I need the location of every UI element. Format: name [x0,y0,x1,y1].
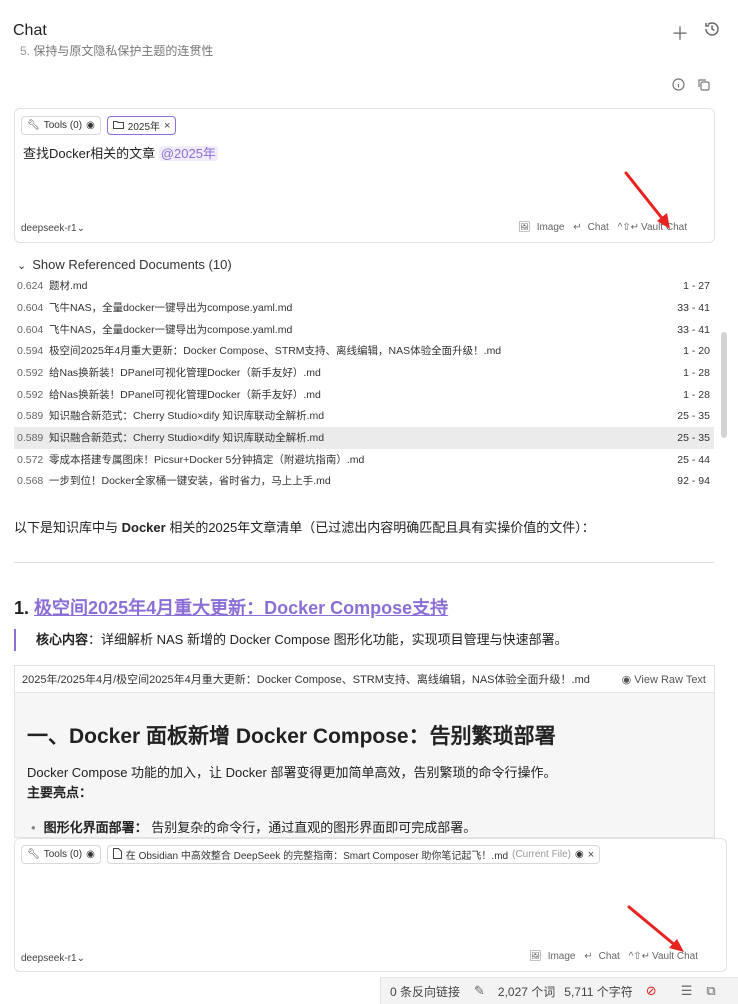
eye-icon[interactable]: ◉ [86,120,95,131]
reference-row[interactable]: 0.592 给Nas换新装！DPanel可视化管理Docker（新手友好）.md 1… [14,384,714,406]
folder-mention: @2025年 [158,146,218,161]
embed-bullet: • 图形化界面部署： 告别复杂的命令行，通过直观的图形界面即可完成部署。 [31,820,477,835]
enter-icon: ↵ [573,222,582,233]
chevron-down-icon: ⌄ [76,223,85,234]
word-count: 2,027 个词 [497,984,556,999]
new-chat-icon[interactable]: ＋ [671,20,689,46]
previous-message-fragment: 5. 保持与原文隐私保护主题的连贯性 [20,42,213,59]
show-referenced-documents-toggle[interactable]: ⌄ Show Referenced Documents (10) [17,257,232,272]
file-path[interactable]: 2025年/2025年4月/极空间2025年4月重大更新：Docker Comp… [22,671,614,687]
chevron-down-icon: ⌄ [17,260,27,272]
reference-row-hovered[interactable]: 0.589 知识融合新范式：Cherry Studio×dify 知识库联动全解析… [14,427,714,449]
scrollbar-thumb[interactable] [721,332,727,438]
reference-row[interactable]: 0.604 飞牛NAS，全量docker一键导出为compose.yaml.md 3… [14,297,714,319]
tools-chip[interactable]: 🔧︎ Tools (0) ◉ [21,116,101,135]
tools-chip[interactable]: 🔧︎ Tools (0) ◉ [21,845,101,864]
article-link[interactable]: 极空间2025年4月重大更新：Docker Compose支持 [34,598,448,618]
copy-icon[interactable] [697,78,710,94]
chat-title: Chat [13,22,47,39]
chevron-down-icon: ⌄ [76,953,85,964]
eye-icon: ◉ [621,673,632,686]
reference-row[interactable]: 0.568 一步到位！Docker全家桶一键安装，省时省力，马上上手.md 92 -… [14,470,714,492]
embedded-file-preview: 一、Docker 面板新增 Docker Compose：告别繁琐部署 Dock… [14,692,715,838]
embedded-file-header: 2025年/2025年4月/极空间2025年4月重大更新：Docker Comp… [14,665,715,692]
outline-icon[interactable]: ☰ [681,983,693,999]
sync-disabled-icon[interactable]: ⊘ [646,983,657,999]
close-icon[interactable]: × [164,120,170,132]
model-selector-bottom[interactable]: deepseek-r1⌄ [21,953,85,964]
answer-intro: 以下是知识库中与 Docker 相关的2025年文章清单（已过滤出内容明确匹配且… [14,520,595,535]
backlinks-count[interactable]: 0 条反向链接 [390,983,460,1000]
folder-icon [112,120,124,132]
eye-icon[interactable]: ◉ [575,849,584,860]
reference-row[interactable]: 0.604 飞牛NAS，全量docker一键导出为compose.yaml.md 3… [14,319,714,341]
shortcut-icons: ^⇧↵ [617,222,640,233]
embed-paragraph: Docker Compose 功能的加入，让 Docker 部署变得更加简单高效… [27,765,557,780]
reference-row[interactable]: 0.589 知识融合新范式：Cherry Studio×dify 知识库联动全解析… [14,405,714,427]
bullet-dot: • [31,820,36,835]
embed-heading: 一、Docker 面板新增 Docker Compose：告别繁琐部署 [27,725,556,748]
reference-row[interactable]: 0.592 给Nas换新装！DPanel可视化管理Docker（新手友好）.md 1… [14,362,714,384]
close-icon[interactable]: × [588,849,594,861]
reference-row[interactable]: 0.594 极空间2025年4月重大更新：Docker Compose、STRM支… [14,340,714,362]
view-raw-text-button[interactable]: ◉ View Raw Text [614,673,714,686]
vault-chat-button[interactable]: Vault Chat [652,951,698,962]
file-icon [112,847,122,862]
model-selector[interactable]: deepseek-r1⌄ [21,223,85,234]
status-bar: 0 条反向链接 ✎ 2,027 个词 5,711 个字符 ⊘ ☰ ⧉ [380,977,738,1004]
char-count: 5,711 个字符 [564,984,633,999]
composer-chips-bottom: 🔧︎ Tools (0) ◉ 在 Obsidian 中高效整合 DeepSeek… [21,845,601,864]
folder-mention-chip[interactable]: 2025年 × [106,116,177,135]
layers-icon[interactable]: ⧉ [706,983,715,999]
result-heading: 1. 极空间2025年4月重大更新：Docker Compose支持 [14,598,449,618]
prompt-text[interactable]: 查找Docker相关的文章 @2025年 [23,143,218,162]
reference-row[interactable]: 0.572 零成本搭建专属图床！Picsur+Docker 5分钟搞定（附避坑指南… [14,449,714,471]
current-file-chip[interactable]: 在 Obsidian 中高效整合 DeepSeek 的完整指南：Smart Co… [106,845,601,864]
composer-actions: 🖼︎ Image ↵ Chat ^⇧↵ Vault Chat [512,222,687,233]
shortcut-icons: ^⇧↵ [628,951,651,962]
embed-highlights-label: 主要亮点： [27,785,93,800]
chat-button[interactable]: Chat [599,951,620,962]
wrench-icon: 🔧︎ [27,849,40,860]
history-icon[interactable] [703,20,721,43]
wrench-icon: 🔧︎ [27,120,40,131]
list-text: 保持与原文隐私保护主题的连贯性 [33,44,214,58]
divider [14,562,714,563]
info-icon[interactable] [672,78,685,94]
composer-actions-bottom: 🖼︎ Image ↵ Chat ^⇧↵ Vault Chat [523,951,698,962]
composer-chips: 🔧︎ Tools (0) ◉ 2025年 × [21,116,177,135]
image-icon[interactable]: 🖼︎ [529,951,542,962]
image-icon[interactable]: 🖼︎ [518,222,531,233]
enter-icon: ↵ [584,951,593,962]
list-number: 5. [20,44,31,58]
chat-button[interactable]: Chat [588,222,609,233]
reference-row[interactable]: 0.624 题材.md 1 - 27 [14,275,714,297]
vault-chat-button[interactable]: Vault Chat [641,222,687,233]
pencil-icon[interactable]: ✎ [474,983,485,999]
image-button[interactable]: Image [548,951,576,962]
image-button[interactable]: Image [537,222,565,233]
blockquote: 核心内容：详细解析 NAS 新增的 Docker Compose 图形化功能，实… [14,629,714,651]
eye-icon[interactable]: ◉ [86,849,95,860]
